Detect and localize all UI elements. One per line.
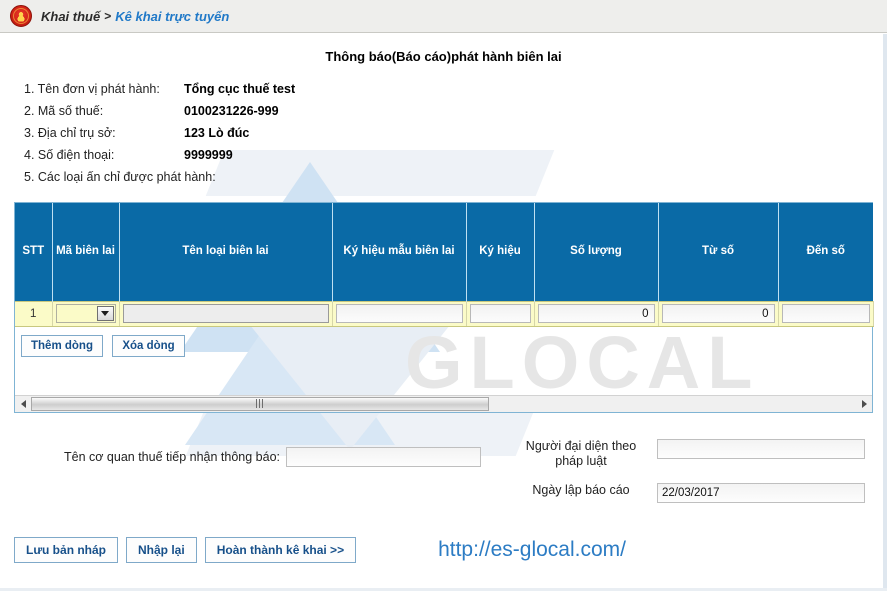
legal-representative-control <box>657 438 865 459</box>
section-5-label: 5. Các loại ấn chỉ được phát hành: <box>24 170 216 184</box>
receiving-agency-field: Tên cơ quan thuế tiếp nhận thông báo: <box>64 446 482 467</box>
info-row-section-5: 5. Các loại ấn chỉ được phát hành: <box>14 166 873 188</box>
grip-icon <box>256 399 264 408</box>
chevron-left-icon[interactable] <box>15 395 31 412</box>
page-title: Thông báo(Báo cáo)phát hành biên lai <box>325 49 562 64</box>
right-page-edge <box>883 34 887 588</box>
document-body: Thông báo(Báo cáo)phát hành biên lai 1. … <box>0 49 887 525</box>
info-value: 0100231226-999 <box>184 104 279 118</box>
chevron-down-icon[interactable] <box>96 306 114 321</box>
complete-declaration-button[interactable]: Hoàn thành kê khai >> <box>204 536 357 563</box>
breadcrumb-bar: Khai thuế > Kê khai trực tuyến <box>0 0 887 33</box>
info-row: 2. Mã số thuế: 0100231226-999 <box>14 100 873 122</box>
column-header-ky-hieu[interactable]: Ký hiệu <box>466 203 535 301</box>
horizontal-scrollbar[interactable] <box>15 394 872 412</box>
cell-ky-hieu <box>466 300 535 327</box>
ma-bien-lai-select[interactable] <box>55 304 116 323</box>
site-url-watermark: http://es-glocal.com/ <box>438 537 626 561</box>
table-header-row: STT Mã biên lai Tên loại biên lai Ký hiệ… <box>15 203 873 301</box>
ky-hieu-mau-input[interactable] <box>335 304 463 323</box>
column-header-ma-bien-lai[interactable]: Mã biên lai <box>52 203 120 301</box>
ky-hieu-input[interactable] <box>469 304 531 323</box>
cell-ten-loai-bien-lai <box>119 300 333 327</box>
receipt-table: STT Mã biên lai Tên loại biên lai Ký hiệ… <box>15 203 874 327</box>
add-row-button[interactable]: Thêm dòng <box>21 334 103 357</box>
ten-loai-bien-lai-input[interactable] <box>122 304 329 323</box>
receiving-agency-input[interactable] <box>286 446 482 467</box>
info-value: 123 Lò đúc <box>184 126 250 140</box>
footer-actions: Lưu bản nháp Nhập lại Hoàn thành kê khai… <box>0 536 887 563</box>
grid-toolbar-area: Thêm dòng Xóa dòng <box>15 327 872 395</box>
cell-tu-so <box>658 300 779 327</box>
legal-representative-input[interactable] <box>657 438 865 459</box>
info-row: 1. Tên đơn vị phát hành: Tổng cục thuế t… <box>14 78 873 100</box>
info-row: 4. Số điện thoại: 9999999 <box>14 144 873 166</box>
report-date-field: Ngày lập báo cáo <box>515 482 865 503</box>
chevron-right-icon[interactable] <box>856 395 872 412</box>
right-field-group: Người đại diện theo pháp luật Ngày lập b… <box>515 438 865 517</box>
column-header-ky-hieu-mau[interactable]: Ký hiệu mẫu biên lai <box>332 203 467 301</box>
info-label: 2. Mã số thuế: <box>24 104 104 118</box>
report-date-control <box>657 482 865 503</box>
cell-ma-bien-lai <box>52 300 120 327</box>
tu-so-input[interactable] <box>661 304 775 323</box>
den-so-input[interactable] <box>781 304 870 323</box>
vietnam-emblem-icon <box>10 5 32 27</box>
cell-ky-hieu-mau <box>332 300 467 327</box>
cell-stt: 1 <box>15 300 53 327</box>
save-draft-button[interactable]: Lưu bản nháp <box>14 536 119 563</box>
scrollbar-track[interactable] <box>31 395 856 412</box>
breadcrumb-separator: > <box>104 9 112 23</box>
legal-representative-label: Người đại diện theo pháp luật <box>525 438 637 468</box>
legal-representative-field: Người đại diện theo pháp luật <box>515 438 865 469</box>
breadcrumb-current[interactable]: Kê khai trực tuyến <box>115 9 229 24</box>
column-header-tu-so[interactable]: Từ số <box>658 203 779 301</box>
column-header-den-so[interactable]: Đến số <box>778 203 873 301</box>
info-label: 1. Tên đơn vị phát hành: <box>24 82 160 96</box>
so-luong-input[interactable] <box>537 304 655 323</box>
receiving-agency-label: Tên cơ quan thuế tiếp nhận thông báo: <box>64 449 281 464</box>
report-date-input[interactable] <box>657 482 865 503</box>
report-date-label: Ngày lập báo cáo <box>532 482 630 497</box>
table-row: 1 <box>15 300 874 327</box>
info-label: 4. Số điện thoại: <box>24 148 115 162</box>
cell-so-luong <box>534 300 659 327</box>
column-header-so-luong[interactable]: Số lượng <box>534 203 659 301</box>
scrollbar-thumb[interactable] <box>31 396 489 411</box>
column-header-ten-loai-bien-lai[interactable]: Tên loại biên lai <box>119 203 333 301</box>
info-label: 3. Địa chỉ trụ sở: <box>24 126 116 140</box>
info-value: Tổng cục thuế test <box>184 82 296 96</box>
delete-row-button[interactable]: Xóa dòng <box>112 334 185 357</box>
receipt-grid: STT Mã biên lai Tên loại biên lai Ký hiệ… <box>14 202 874 413</box>
bottom-form: Tên cơ quan thuế tiếp nhận thông báo: Ng… <box>14 438 873 525</box>
column-header-stt[interactable]: STT <box>15 203 53 301</box>
info-row: 3. Địa chỉ trụ sở: 123 Lò đúc <box>14 122 873 144</box>
cell-den-so <box>778 300 874 327</box>
info-value: 9999999 <box>184 148 233 162</box>
breadcrumb-root[interactable]: Khai thuế <box>41 9 100 24</box>
reset-button[interactable]: Nhập lại <box>126 536 197 563</box>
